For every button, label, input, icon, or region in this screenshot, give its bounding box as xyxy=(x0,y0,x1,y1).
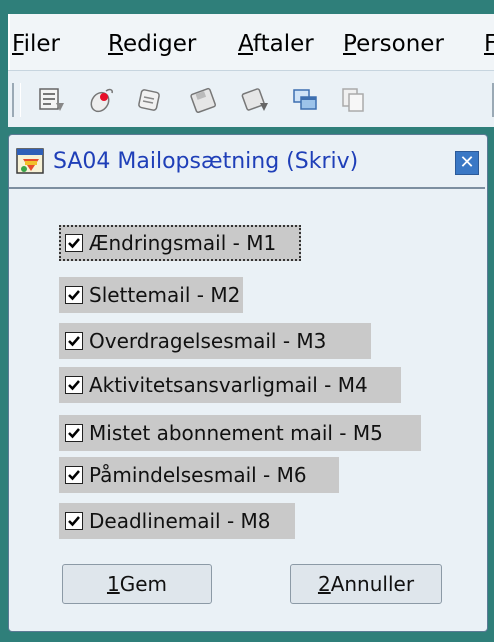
menu-filer[interactable]: Filer xyxy=(12,32,60,56)
checkbox-row-m8[interactable]: Deadlinemail - M8 xyxy=(59,503,295,539)
checkbox-m2[interactable] xyxy=(65,286,83,304)
app-icon xyxy=(15,147,47,177)
checkbox-m1[interactable] xyxy=(65,234,83,252)
checkbox-label: Aktivitetsansvarligmail - M4 xyxy=(89,373,368,397)
menu-bar: Filer Rediger Aftaler Personer F xyxy=(8,14,494,70)
menu-rediger[interactable]: Rediger xyxy=(108,32,196,56)
save-button[interactable]: 1 Gem xyxy=(62,564,212,604)
checkbox-m5[interactable] xyxy=(65,424,83,442)
mail-setup-dialog: SA04 Mailopsætning (Skriv) ✕ Ændringsmai… xyxy=(8,134,488,632)
checkbox-row-m3[interactable]: Overdragelsesmail - M3 xyxy=(59,323,371,359)
checkbox-label: Deadlinemail - M8 xyxy=(89,509,271,533)
mouse-icon[interactable] xyxy=(84,83,118,117)
checkbox-row-m1[interactable]: Ændringsmail - M1 xyxy=(59,225,301,261)
application-window: Filer Rediger Aftaler Personer F SA04 Ma… xyxy=(0,0,494,642)
windows-icon[interactable] xyxy=(288,83,322,117)
menu-personer[interactable]: Personer xyxy=(343,32,444,56)
toolbar xyxy=(8,70,494,127)
disk-icon[interactable] xyxy=(186,83,220,117)
checkbox-m6[interactable] xyxy=(65,466,83,484)
checkbox-row-m5[interactable]: Mistet abonnement mail - M5 xyxy=(59,415,421,451)
copy-icon[interactable] xyxy=(336,83,370,117)
dialog-title: SA04 Mailopsætning (Skriv) xyxy=(53,149,359,174)
checkbox-row-m4[interactable]: Aktivitetsansvarligmail - M4 xyxy=(59,367,401,403)
menu-truncated[interactable]: F xyxy=(484,32,494,56)
note-icon[interactable] xyxy=(132,83,166,117)
checkbox-label: Mistet abonnement mail - M5 xyxy=(89,421,383,445)
checkbox-label: Ændringsmail - M1 xyxy=(89,231,277,255)
checkbox-m8[interactable] xyxy=(65,512,83,530)
title-divider xyxy=(9,187,485,189)
checkbox-label: Påmindelsesmail - M6 xyxy=(89,463,307,487)
checkbox-row-m2[interactable]: Slettemail - M2 xyxy=(59,277,243,313)
list-icon[interactable] xyxy=(34,83,68,117)
close-icon[interactable]: ✕ xyxy=(455,151,479,175)
disk-down-icon[interactable] xyxy=(238,83,272,117)
checkbox-m3[interactable] xyxy=(65,332,83,350)
menu-aftaler[interactable]: Aftaler xyxy=(238,32,314,56)
dialog-titlebar[interactable]: SA04 Mailopsætning (Skriv) ✕ xyxy=(11,139,485,187)
toolbar-grip xyxy=(12,83,21,117)
checkbox-row-m6[interactable]: Påmindelsesmail - M6 xyxy=(59,457,339,493)
checkbox-label: Overdragelsesmail - M3 xyxy=(89,329,327,353)
cancel-button[interactable]: 2 Annuller xyxy=(290,564,442,604)
checkbox-label: Slettemail - M2 xyxy=(89,283,241,307)
checkbox-m4[interactable] xyxy=(65,376,83,394)
